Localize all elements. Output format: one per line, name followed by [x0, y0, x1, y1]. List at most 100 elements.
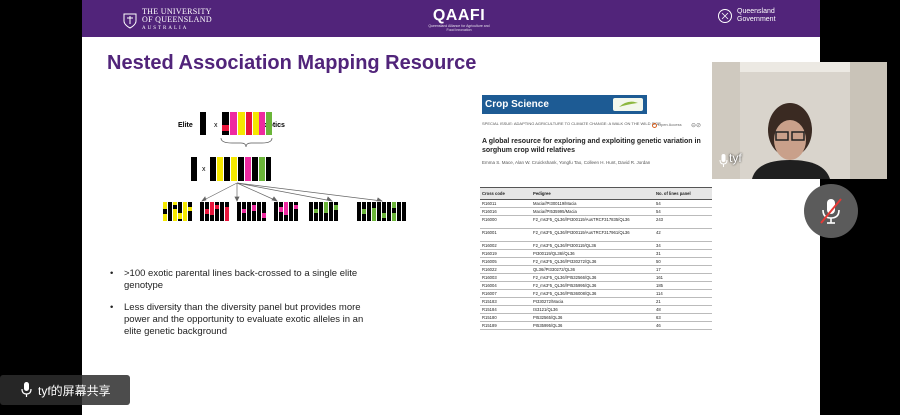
- table-cell: 21: [653, 297, 712, 306]
- qld-government-logo: Queensland Government: [717, 8, 776, 24]
- table-cell: PI300119/QL36//QL36: [531, 249, 654, 258]
- table-cell: Macia//PI535995/Macia: [531, 207, 654, 216]
- table-cell: 42: [653, 228, 712, 242]
- table-cell: R16004: [480, 281, 532, 290]
- table-cell: F2_ms3*5_QL36//PI300119/AusTRCF317961/QL…: [531, 228, 654, 242]
- open-access-label: Open Access: [658, 122, 682, 127]
- table-row: R16000 F2_ms3*5_QL36//PI300119/AusTRCF317…: [480, 215, 712, 229]
- microphone-muted-icon: [820, 198, 842, 224]
- table-cell: R16019: [480, 249, 532, 258]
- table-cell: R16005: [480, 257, 532, 266]
- table-cell: R16011: [480, 199, 532, 208]
- table-cell: R16000: [480, 215, 532, 229]
- table-cell: F2_ms3*5_QL36//PI330272/QL36: [531, 257, 654, 266]
- table-cell: 161: [653, 273, 712, 282]
- table-cell: 114: [653, 289, 712, 298]
- exotic-parent-chromosomes: [222, 112, 272, 135]
- nam-family-chromosomes: [163, 202, 406, 221]
- table-row: R16011 Macia//PI300119/Macia 54: [480, 199, 712, 208]
- table-cell: F2_ms3*5_QL36//PI532566/QL36: [531, 273, 654, 282]
- table-cell: 63: [653, 313, 712, 322]
- table-cell: 48: [653, 305, 712, 314]
- table-row: R16002 F2_ms3*5_QL36//PI300119/QL36 34: [480, 241, 712, 250]
- table-cell: F2_ms3*5_QL36//PI300119/AusTRCF317835/QL…: [531, 215, 654, 229]
- table-row: R15184 IS3121/QL36 48: [480, 305, 712, 314]
- elite-parent-chromosome: [200, 112, 206, 135]
- table-cell: R16001: [480, 228, 532, 242]
- bullet-dot: •: [110, 268, 114, 279]
- table-cell: 34: [653, 241, 712, 250]
- table-header-row: Cross code Pedigree No. of lines panel: [480, 187, 712, 200]
- screen-share-owner: tyf的屏幕共享: [38, 384, 111, 398]
- uq-line2: OF QUEENSLAND: [142, 15, 212, 24]
- table-row: R15180 PI532565/QL36 63: [480, 313, 712, 322]
- screen-share-label: tyf的屏幕共享: [0, 375, 130, 405]
- table-cell: R16002: [480, 241, 532, 250]
- table-row: R16001 F2_ms3*5_QL36//PI300119/AusTRCF317…: [480, 228, 712, 242]
- slide-bullets: • >100 exotic parental lines back-crosse…: [110, 268, 380, 348]
- microphone-icon: [21, 382, 32, 397]
- table-cell: PI535995/QL36: [531, 321, 654, 330]
- table-cell: 31: [653, 249, 712, 258]
- table-cell: R16016: [480, 207, 532, 216]
- table-row: R16007 F2_ms3*5_QL36//PI536008/QL36 114: [480, 289, 712, 298]
- column-header: No. of lines panel: [653, 187, 712, 200]
- table-cell: 185: [653, 281, 712, 290]
- offspring-arrows: [201, 182, 384, 202]
- table-cell: R16003: [480, 273, 532, 282]
- table-cell: 50: [653, 257, 712, 266]
- table-cell: R15180: [480, 313, 532, 322]
- journal-leaf-icon: [613, 98, 643, 111]
- table-cell: 243: [653, 215, 712, 229]
- table-cell: 54: [653, 207, 712, 216]
- uq-line3: AUSTRALIA: [142, 26, 189, 31]
- paper-nav-icons: ⊖⊘: [691, 122, 701, 129]
- f1-chromosomes: [210, 157, 271, 181]
- column-header: Pedigree: [531, 187, 654, 200]
- participant-video-tile[interactable]: tyf: [712, 62, 887, 179]
- slide-title: Nested Association Mapping Resource: [107, 52, 477, 74]
- table-cell: Macia//PI300119/Macia: [531, 199, 654, 208]
- slide-banner: THE UNIVERSITY OF QUEENSLAND AUSTRALIA Q…: [82, 0, 820, 37]
- table-cell: PI532565/QL36: [531, 313, 654, 322]
- uq-crest-icon: [123, 13, 137, 29]
- participant-name: tyf: [729, 151, 742, 165]
- microphone-icon: [719, 154, 728, 167]
- table-cell: QL36//PI330272/QL36: [531, 265, 654, 274]
- journal-name: Crop Science: [485, 99, 549, 110]
- paper-title: A global resource for exploring and expl…: [482, 138, 701, 154]
- nam-crosses-table: Cross code Pedigree No. of lines panel R…: [480, 187, 712, 330]
- circle-right-icon: ⊘: [696, 123, 702, 129]
- column-header: Cross code: [480, 187, 532, 200]
- table-cell: 17: [653, 265, 712, 274]
- qld-line2: Government: [737, 16, 776, 23]
- table-cell: R15184: [480, 305, 532, 314]
- paper-excerpt: Crop Science SPECIAL ISSUE: ADAPTING AGR…: [480, 92, 714, 372]
- table-row: R16019 PI300119/QL36//QL36 31: [480, 249, 712, 258]
- table-cell: F2_ms3*5_QL36//PI536008/QL36: [531, 289, 654, 298]
- open-access-icon: [652, 123, 657, 128]
- mute-microphone-button[interactable]: [804, 184, 858, 238]
- table-row: R15183 PI330272/Macia 21: [480, 297, 712, 306]
- table-cell: IS3121/QL36: [531, 305, 654, 314]
- bullet-dot: •: [110, 302, 114, 313]
- uq-logo: THE UNIVERSITY OF QUEENSLAND AUSTRALIA: [123, 8, 212, 33]
- table-cell: PI330272/Macia: [531, 297, 654, 306]
- bullet-text: Less diversity than the diversity panel …: [124, 302, 364, 337]
- table-cell: 54: [653, 199, 712, 208]
- table-row: R16005 F2_ms3*5_QL36//PI330272/QL36 50: [480, 257, 712, 266]
- table-cell: R16007: [480, 289, 532, 298]
- qaafi-logo: QAAFI Queensland Alliance for Agricultur…: [424, 7, 494, 32]
- table-cell: R16022: [480, 265, 532, 274]
- table-row: R15189 PI535995/QL36 46: [480, 321, 712, 330]
- table-cell: R15183: [480, 297, 532, 306]
- qaafi-text: QAAFI: [432, 7, 486, 24]
- bullet-text: >100 exotic parental lines back-crossed …: [124, 268, 358, 291]
- shared-slide: THE UNIVERSITY OF QUEENSLAND AUSTRALIA Q…: [82, 0, 820, 415]
- bullet-item: • Less diversity than the diversity pane…: [110, 302, 380, 338]
- qaafi-subtext: Queensland Alliance for Agriculture and …: [428, 24, 490, 32]
- table-row: R16022 QL36//PI330272/QL36 17: [480, 265, 712, 274]
- table-cell: R15189: [480, 321, 532, 330]
- table-cell: F2_ms3*5_QL36//PI535995/QL36: [531, 281, 654, 290]
- bullet-item: • >100 exotic parental lines back-crosse…: [110, 268, 380, 292]
